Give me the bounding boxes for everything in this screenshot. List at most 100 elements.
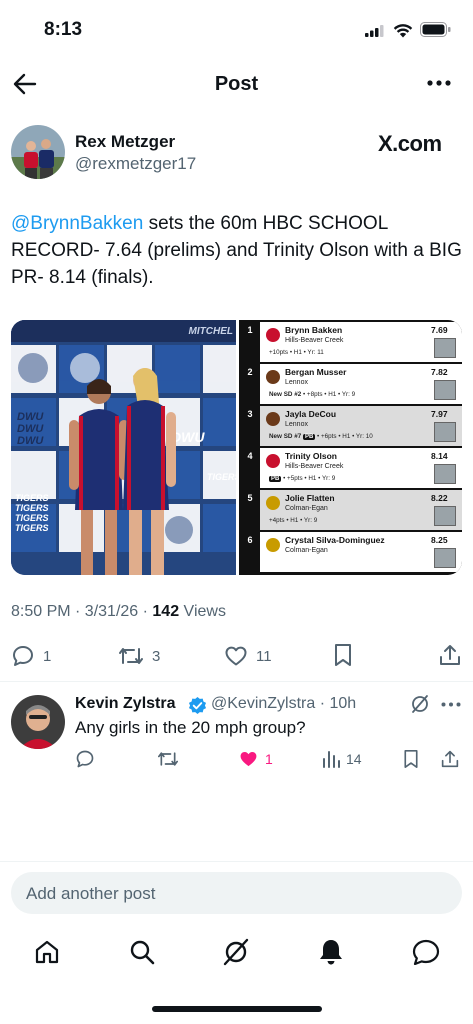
search-icon[interactable] [129, 939, 155, 965]
school-logo-icon [266, 328, 280, 342]
reply-author-handle[interactable]: @KevinZylstra · 10h [211, 695, 356, 713]
result-thumbnail [434, 464, 456, 484]
result-name: Jayla DeCou [285, 409, 337, 419]
result-rank: 5 [247, 493, 253, 503]
status-time: 8:13 [44, 19, 83, 40]
views-count: 142 [152, 603, 180, 620]
svg-text:TIGERS: TIGERS [15, 493, 49, 503]
bookmark-icon[interactable] [402, 749, 420, 769]
result-time: 7.97 [431, 409, 448, 419]
school-logo-icon [266, 538, 280, 552]
wifi-icon [393, 24, 413, 38]
results-board: 1 Brynn Bakken 7.69 Hills-Beaver Creek +… [239, 320, 462, 575]
reply-icon [13, 646, 33, 666]
result-thumbnail [434, 380, 456, 400]
result-badge: New SD #2 [269, 391, 302, 398]
svg-text:TIGERS: TIGERS [15, 513, 49, 523]
share-icon[interactable] [441, 749, 459, 769]
result-time: 8.25 [431, 535, 448, 545]
reply-views-button[interactable]: 14 [322, 749, 362, 769]
result-detail: • +5pts • H1 • Yr: 9 [281, 475, 336, 482]
author-handle[interactable]: @rexmetzger17 [75, 154, 196, 174]
signal-icon [365, 25, 384, 37]
share-icon[interactable] [439, 643, 461, 667]
bookmark-icon[interactable] [332, 643, 354, 667]
like-button[interactable]: 11 [224, 644, 272, 668]
analytics-icon [323, 751, 340, 768]
heart-filled-icon [240, 752, 257, 767]
result-rank: 6 [247, 535, 253, 545]
messages-icon[interactable] [412, 939, 440, 965]
result-detail: • +6pts • H1 • Yr: 10 [315, 433, 373, 440]
result-rank: 2 [247, 367, 253, 377]
result-row: 4 Trinity Olson 8.14 Hills-Beaver Creek … [239, 447, 462, 489]
result-row: 3 Jayla DeCou 7.97 Lennox New SD #7 PB •… [239, 405, 462, 447]
post-meta: 8:50 PM · 3/31/26 · 142 Views [11, 603, 226, 621]
reply-like-button[interactable]: 1 [238, 749, 273, 769]
reply-icon[interactable] [75, 749, 95, 769]
result-row: 1 Brynn Bakken 7.69 Hills-Beaver Creek +… [239, 321, 462, 363]
result-thumbnail [434, 422, 456, 442]
battery-icon [420, 22, 451, 37]
school-logo-icon [266, 454, 280, 468]
reply-like-count: 1 [265, 751, 273, 767]
result-rank: 1 [247, 325, 253, 335]
mention-link[interactable]: @BrynnBakken [11, 213, 143, 234]
grok-icon[interactable] [222, 938, 250, 966]
svg-text:TIGERS: TIGERS [15, 523, 49, 533]
svg-text:DWU: DWU [171, 429, 205, 445]
divider [0, 681, 473, 682]
divider [0, 861, 473, 862]
repost-icon[interactable] [157, 749, 179, 769]
more-horizontal-icon[interactable] [441, 702, 461, 707]
result-school: Lennox [285, 421, 308, 428]
school-logo-icon [266, 412, 280, 426]
school-logo-icon [266, 496, 280, 510]
svg-text:DWU: DWU [17, 423, 44, 435]
result-school: Hills-Beaver Creek [285, 337, 344, 344]
result-name: Brynn Bakken [285, 325, 343, 335]
views-label: Views [179, 603, 226, 620]
reply-views-count: 14 [346, 751, 362, 767]
pb-badge: PB [302, 434, 316, 440]
result-time: 8.22 [431, 493, 448, 503]
result-name: Jolie Flatten [285, 493, 335, 503]
result-name: Bergan Musser [285, 367, 347, 377]
reply-avatar[interactable] [11, 695, 65, 749]
source-label: X.com [378, 131, 442, 156]
notifications-icon[interactable] [318, 938, 344, 966]
more-horizontal-icon[interactable] [427, 80, 451, 86]
grok-icon[interactable] [410, 694, 430, 714]
result-badge: New SD #7 [269, 433, 302, 440]
result-school: Colman-Egan [285, 505, 328, 512]
result-time: 8.14 [431, 451, 448, 461]
home-indicator [152, 1006, 322, 1012]
result-thumbnail [434, 548, 456, 568]
school-logo-icon [266, 370, 280, 384]
repost-button[interactable]: 3 [118, 644, 160, 668]
post-photo[interactable]: MITCHEL DWU DWU DWU TIGERS TIGERS TIGERS… [11, 320, 236, 575]
like-count: 11 [256, 647, 272, 665]
author-name[interactable]: Rex Metzger [75, 132, 175, 152]
post-text: @BrynnBakken sets the 60m HBC SCHOOL REC… [11, 210, 466, 291]
result-detail: +4pts • H1 • Yr: 9 [269, 517, 318, 524]
heart-icon [225, 646, 247, 666]
status-bar: 8:13 [0, 0, 473, 60]
reply-composer[interactable]: Add another post [11, 872, 462, 914]
result-name: Trinity Olson [285, 451, 337, 461]
result-school: Lennox [285, 379, 308, 386]
repost-icon [119, 648, 143, 664]
author-avatar[interactable] [11, 125, 65, 179]
photo-banner-word: MITCHEL [189, 326, 233, 337]
reply-author-name[interactable]: Kevin Zylstra [75, 695, 175, 713]
home-icon[interactable] [34, 939, 60, 965]
reply-count: 1 [43, 647, 52, 665]
result-detail: • +8pts • H1 • Yr: 9 [301, 391, 356, 398]
pb-badge: PB [269, 476, 282, 482]
svg-text:DWU: DWU [17, 411, 44, 423]
post-media[interactable]: MITCHEL DWU DWU DWU TIGERS TIGERS TIGERS… [11, 320, 462, 575]
post-timestamp[interactable]: 8:50 PM · 3/31/26 · [11, 603, 152, 620]
svg-text:DWU: DWU [17, 435, 44, 447]
reply-button[interactable]: 1 [11, 644, 51, 668]
result-school: Colman-Egan [285, 547, 328, 554]
